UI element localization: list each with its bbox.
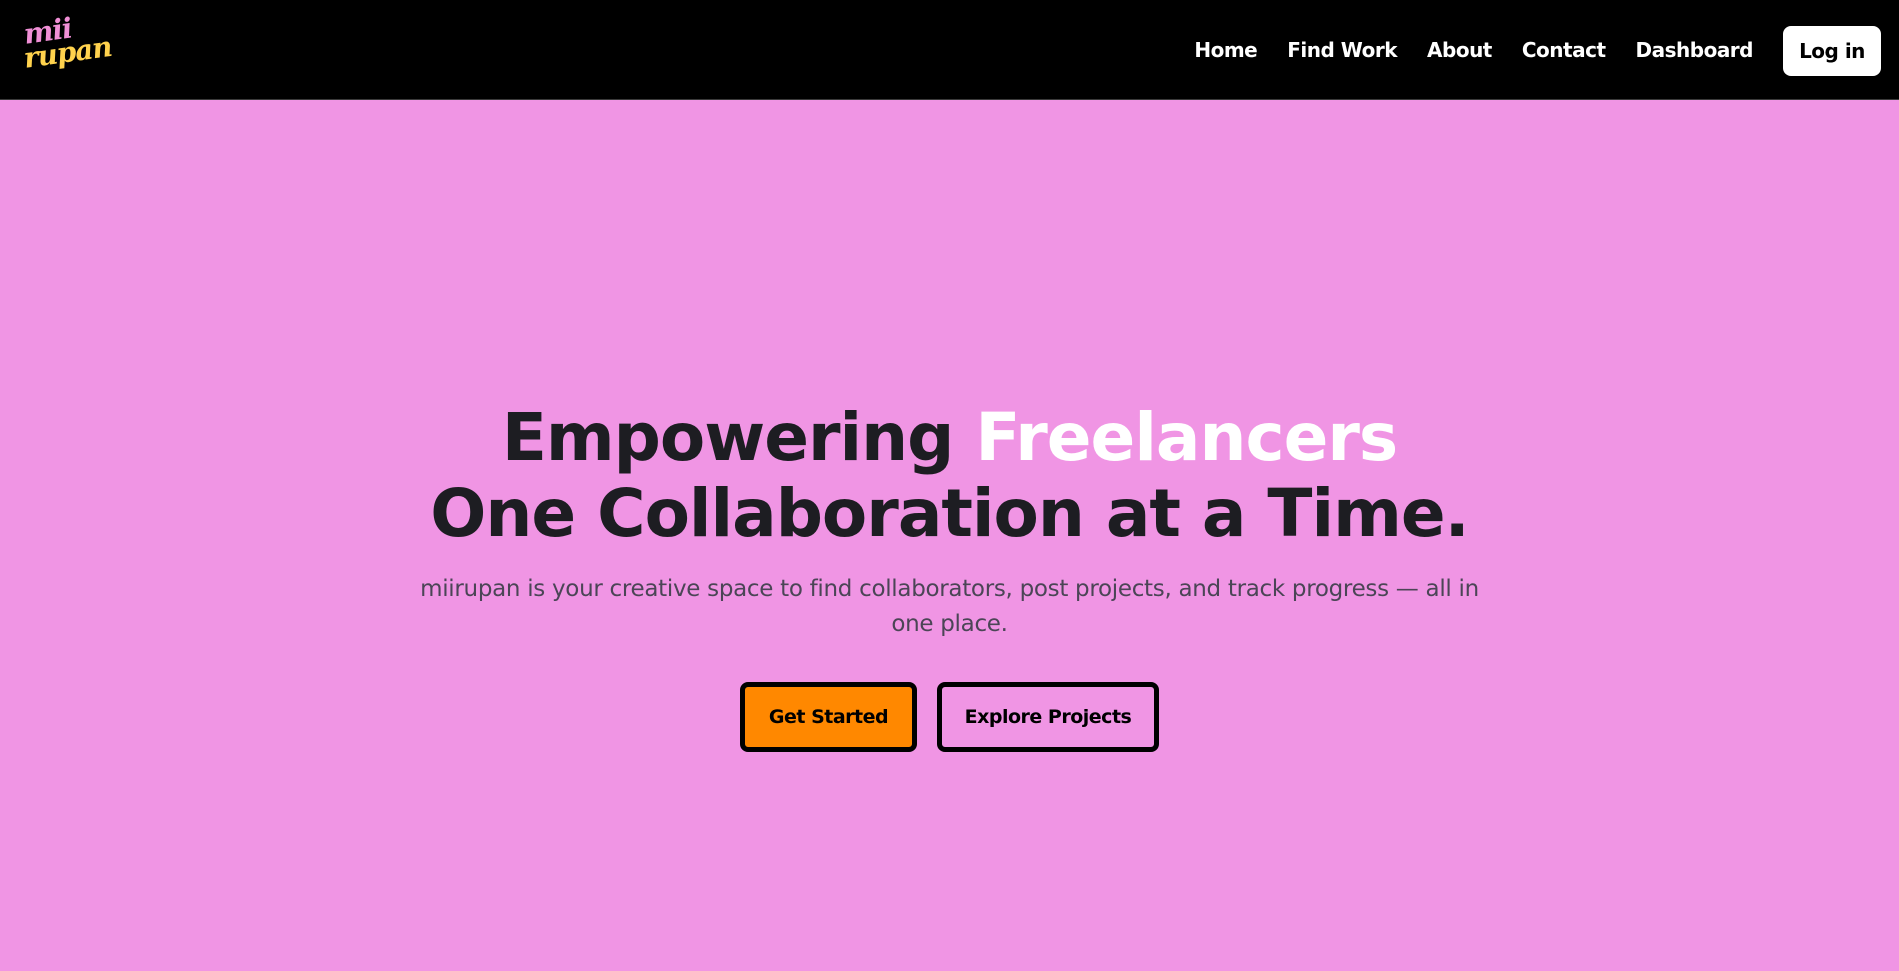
nav-dashboard-link[interactable]: Dashboard xyxy=(1636,38,1754,62)
navbar: mii rupan Home Find Work About Contact D… xyxy=(0,0,1899,100)
nav-menu: Home Find Work About Contact Dashboard xyxy=(1194,0,1753,100)
nav-find-work-link[interactable]: Find Work xyxy=(1287,38,1397,62)
hero-section: Empowering Freelancers One Collaboration… xyxy=(0,400,1899,752)
nav-contact-link[interactable]: Contact xyxy=(1522,38,1606,62)
brand-logo[interactable]: mii rupan xyxy=(21,11,114,82)
landing-page: mii rupan Home Find Work About Contact D… xyxy=(0,0,1899,971)
headline-line2: One Collaboration at a Time. xyxy=(430,475,1469,552)
nav-home-link[interactable]: Home xyxy=(1194,38,1257,62)
nav-about-link[interactable]: About xyxy=(1427,38,1492,62)
logo-text-bottom: rupan xyxy=(21,29,114,75)
headline-highlight: Freelancers xyxy=(975,399,1398,476)
hero-headline: Empowering Freelancers One Collaboration… xyxy=(0,400,1899,552)
cta-row: Get Started Explore Projects xyxy=(0,682,1899,752)
get-started-button[interactable]: Get Started xyxy=(740,682,917,752)
headline-part1: Empowering xyxy=(501,399,976,476)
hero-subtitle: miirupan is your creative space to find … xyxy=(420,576,1479,637)
login-button[interactable]: Log in xyxy=(1783,26,1881,76)
explore-projects-button[interactable]: Explore Projects xyxy=(937,682,1159,752)
